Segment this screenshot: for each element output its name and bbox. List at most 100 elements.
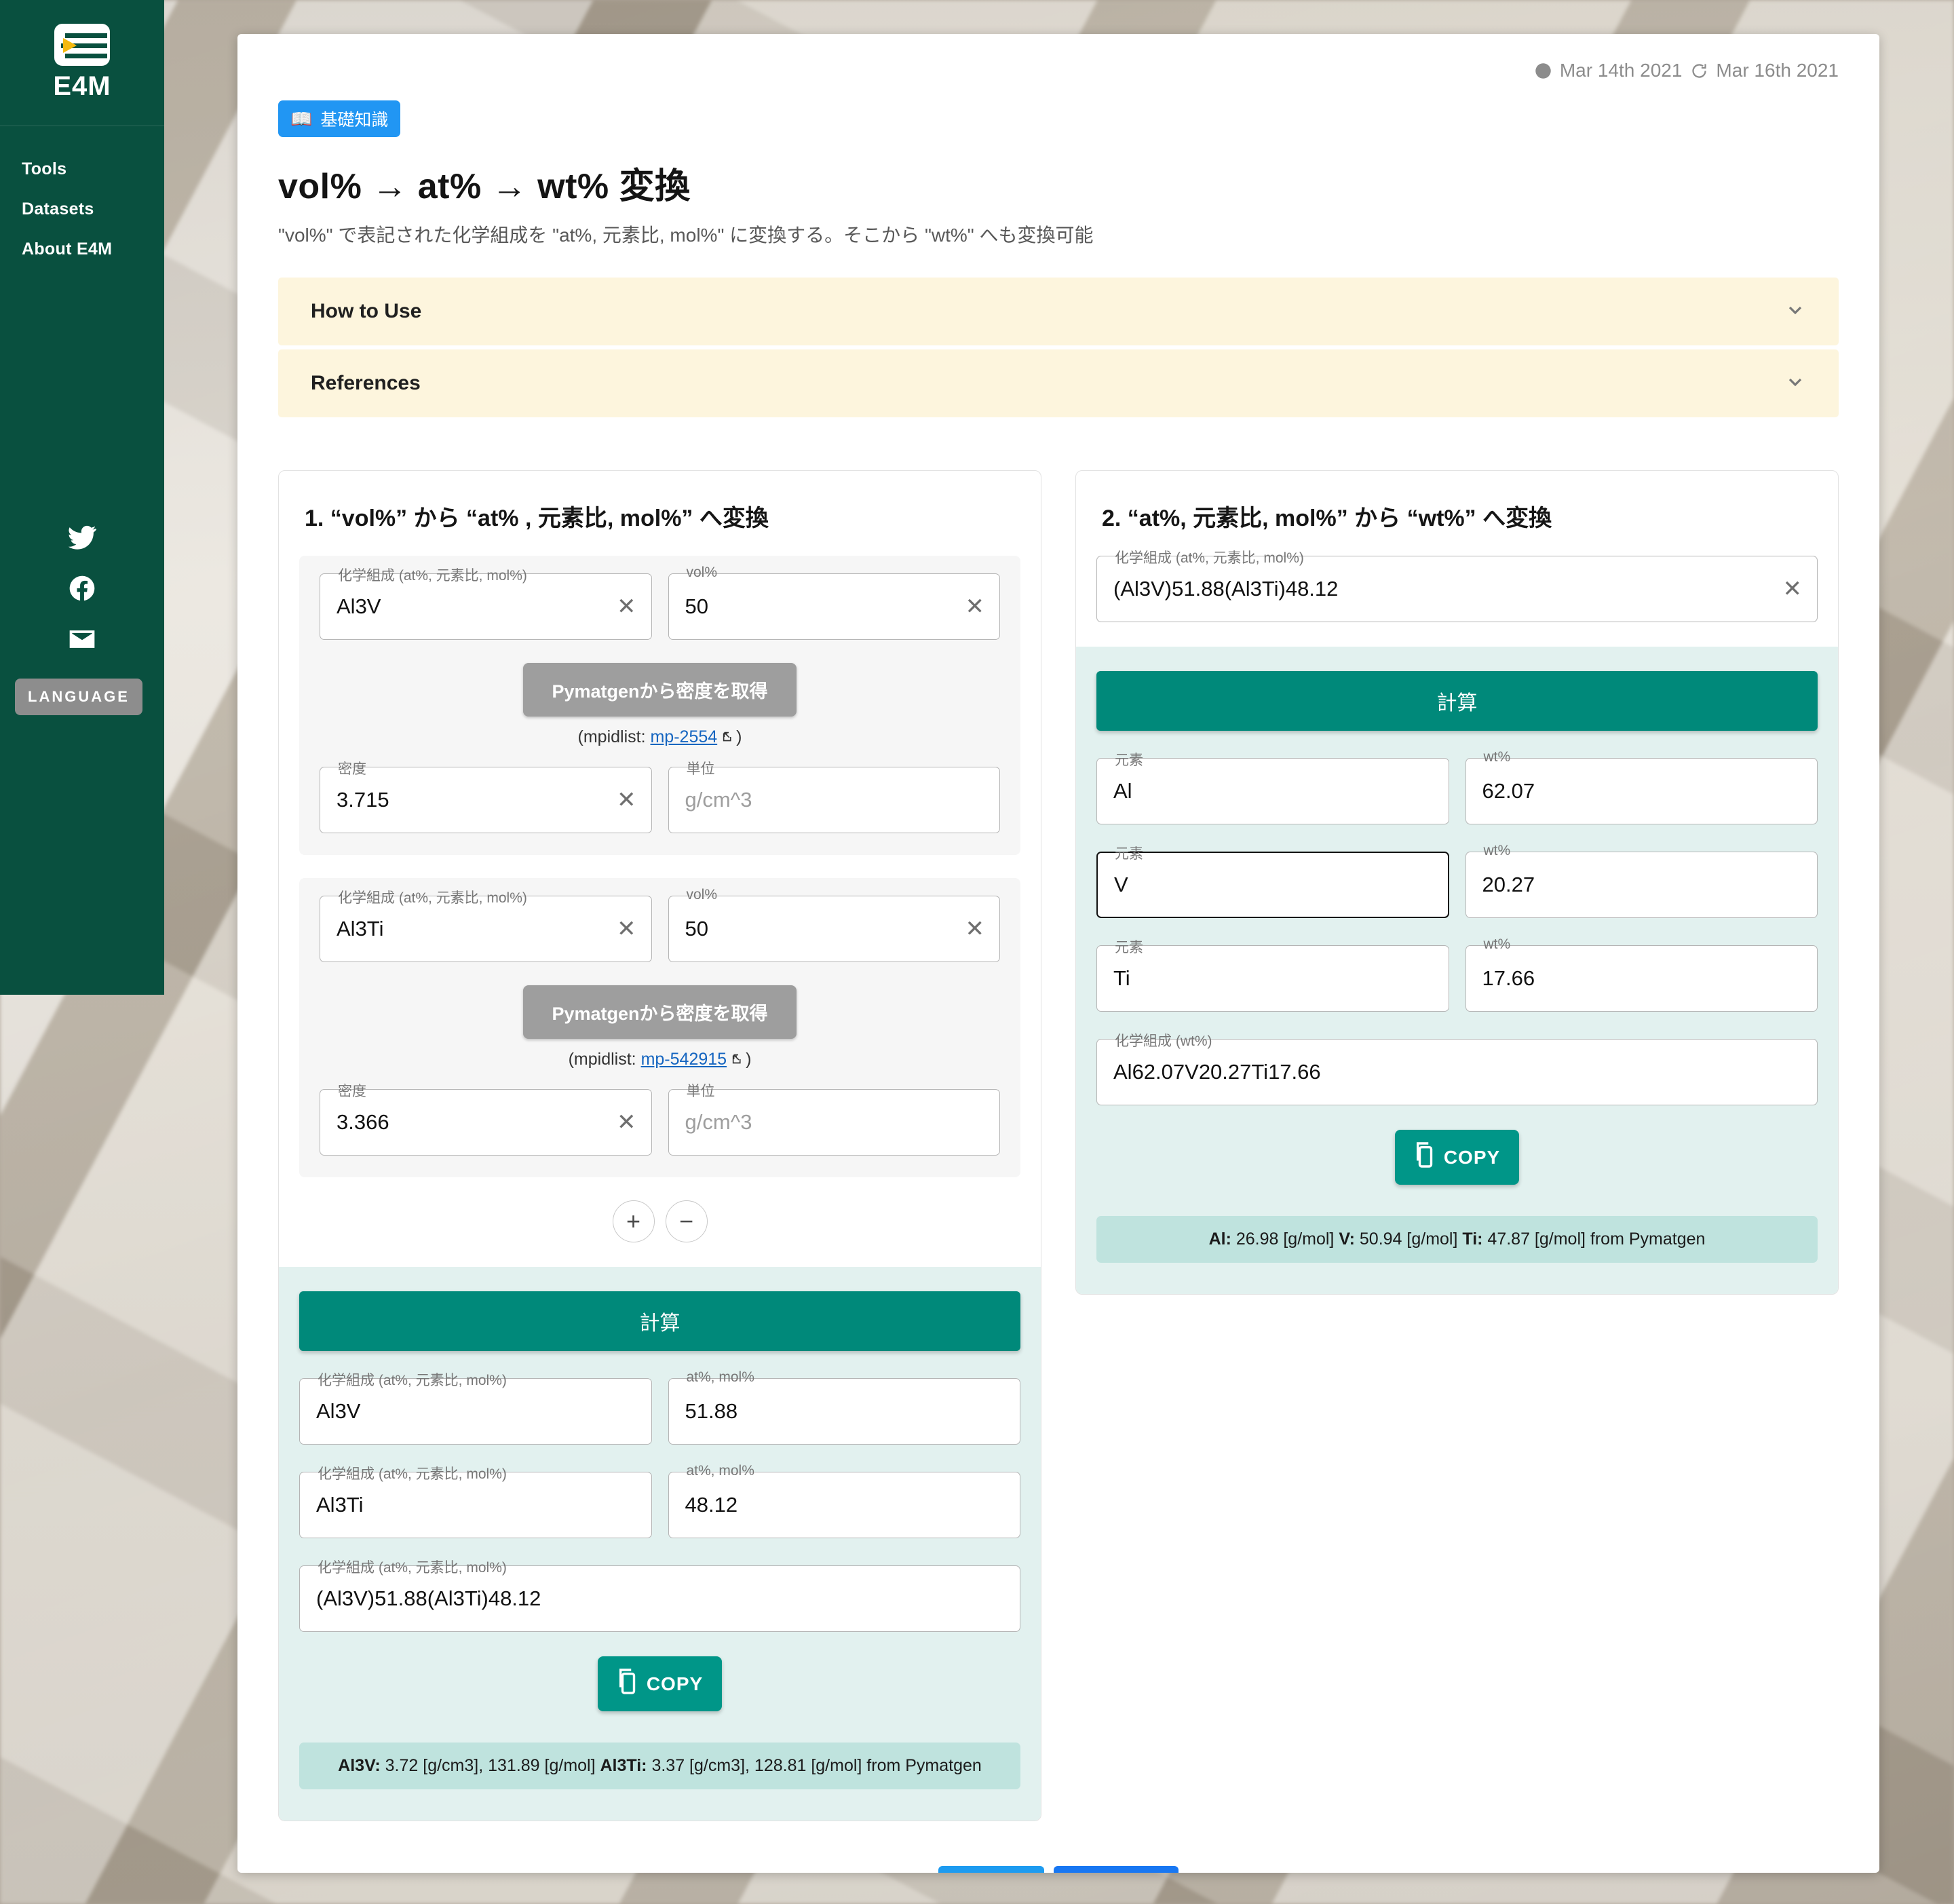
- clear-icon[interactable]: ✕: [1776, 577, 1803, 601]
- chip1-item2-value: 3.37 [g/cm3], 128.81 [g/mol] from Pymatg…: [647, 1756, 982, 1775]
- refresh-icon: [1692, 63, 1707, 78]
- clear-icon[interactable]: ✕: [610, 595, 636, 618]
- calculate-button-2[interactable]: 計算: [1096, 671, 1818, 731]
- sidebar-item-tools[interactable]: Tools: [22, 149, 164, 189]
- created-date-text: Mar 14th 2021: [1559, 60, 1683, 81]
- element-field-3-value: Ti: [1113, 966, 1130, 990]
- wtpct-field-3[interactable]: wt% 17.66: [1465, 936, 1818, 1012]
- accordion-references[interactable]: References: [278, 349, 1839, 417]
- element-row-2: 元素 V wt% 20.27: [1096, 843, 1818, 918]
- logo[interactable]: E4M: [0, 0, 164, 126]
- card1-heading: 1. “vol%” から “at% , 元素比, mol%” へ変換: [305, 506, 769, 531]
- density-field-2[interactable]: 密度 3.366 ✕: [320, 1084, 652, 1156]
- mpid-link-2[interactable]: mp-542915: [641, 1050, 727, 1069]
- result-total-field[interactable]: 化学組成 (at%, 元素比, mol%) (Al3V)51.88(Al3Ti)…: [299, 1560, 1020, 1632]
- wtpct-field-2-value: 20.27: [1482, 873, 1535, 896]
- social-links: [0, 522, 164, 658]
- add-group-button[interactable]: +: [612, 1200, 655, 1242]
- composition-field-2[interactable]: 化学組成 (at%, 元素比, mol%) Al3Ti ✕: [320, 890, 652, 962]
- card2-composition-input-label: 化学組成 (at%, 元素比, mol%): [1115, 550, 1304, 566]
- card1-results: 計算 化学組成 (at%, 元素比, mol%) Al3V at%, mol% …: [279, 1267, 1041, 1821]
- unit-field-2[interactable]: 単位 g/cm^3: [668, 1084, 1000, 1156]
- page-title: vol% → at% → wt% 変換: [278, 167, 691, 206]
- density-field-2-label: 密度: [338, 1084, 366, 1099]
- element-field-3-label: 元素: [1115, 940, 1143, 955]
- page-meta: Mar 14th 2021 Mar 16th 2021: [278, 34, 1839, 81]
- tweet-button[interactable]: Tweet: [938, 1866, 1045, 1873]
- result-atpct-field-1-label: at%, mol%: [686, 1369, 754, 1385]
- clear-icon[interactable]: ✕: [959, 595, 985, 618]
- card2-total-field[interactable]: 化学組成 (wt%) Al62.07V20.27Ti17.66: [1096, 1033, 1818, 1105]
- clear-icon[interactable]: ✕: [959, 917, 985, 940]
- element-row-1: 元素 Al wt% 62.07: [1096, 749, 1818, 824]
- mpid-prefix-1: (mpidlist:: [577, 727, 651, 746]
- wtpct-field-3-value: 17.66: [1482, 966, 1535, 990]
- element-field-1-label: 元素: [1115, 753, 1143, 768]
- result-atpct-field-2[interactable]: at%, mol% 48.12: [668, 1463, 1020, 1538]
- card1-pymatgen-chip: Al3V: 3.72 [g/cm3], 131.89 [g/mol] Al3Ti…: [299, 1743, 1020, 1789]
- copy-icon: [617, 1668, 640, 1700]
- composition-field-1[interactable]: 化学組成 (at%, 元素比, mol%) Al3V ✕: [320, 568, 652, 640]
- composition-field-2-value: Al3Ti: [337, 917, 384, 940]
- external-link-icon: [721, 729, 736, 749]
- vol-field-2-value: 50: [685, 917, 708, 940]
- sidebar-item-datasets[interactable]: Datasets: [22, 189, 164, 229]
- element-field-1[interactable]: 元素 Al: [1096, 753, 1449, 824]
- mail-icon[interactable]: [67, 624, 97, 658]
- result-composition-field-1[interactable]: 化学組成 (at%, 元素比, mol%) Al3V: [299, 1373, 652, 1445]
- mpid-suffix-2: ): [746, 1050, 752, 1069]
- mpid-link-1[interactable]: mp-2554: [650, 727, 717, 746]
- share-bar: Tweet シェア 0: [278, 1866, 1839, 1873]
- element-field-3[interactable]: 元素 Ti: [1096, 940, 1449, 1012]
- density-field-1[interactable]: 密度 3.715 ✕: [320, 761, 652, 833]
- result-composition-field-1-label: 化学組成 (at%, 元素比, mol%): [318, 1373, 507, 1388]
- result-atpct-field-1[interactable]: at%, mol% 51.88: [668, 1369, 1020, 1445]
- pymatgen-density-button-1[interactable]: Pymatgenから密度を取得: [523, 663, 797, 717]
- composition-field-1-label: 化学組成 (at%, 元素比, mol%): [338, 568, 527, 584]
- clear-icon[interactable]: ✕: [610, 1111, 636, 1134]
- element-field-1-value: Al: [1113, 779, 1132, 803]
- card2-composition-input[interactable]: 化学組成 (at%, 元素比, mol%) (Al3V)51.88(Al3Ti)…: [1096, 550, 1818, 622]
- accordion-how-to-use[interactable]: How to Use: [278, 278, 1839, 345]
- vol-field-1[interactable]: vol% 50 ✕: [668, 565, 1000, 640]
- density-field-2-value: 3.366: [337, 1110, 389, 1134]
- wtpct-field-1[interactable]: wt% 62.07: [1465, 749, 1818, 824]
- wtpct-field-2[interactable]: wt% 20.27: [1465, 843, 1818, 918]
- copy-button-1[interactable]: COPY: [597, 1656, 723, 1711]
- chip2-item3-value: 47.87 [g/mol] from Pymatgen: [1482, 1230, 1706, 1249]
- mpid-suffix-1: ): [736, 727, 742, 746]
- pymatgen-density-button-2[interactable]: Pymatgenから密度を取得: [523, 985, 797, 1039]
- accordion-how-to-use-label: How to Use: [311, 300, 422, 322]
- wtpct-field-1-label: wt%: [1483, 749, 1511, 765]
- sidebar-item-about-e4m[interactable]: About E4M: [22, 229, 164, 269]
- element-field-2-label: 元素: [1115, 846, 1143, 862]
- chip1-item1-value: 3.72 [g/cm3], 131.89 [g/mol]: [380, 1756, 600, 1775]
- group-stepper: + −: [279, 1200, 1041, 1242]
- calculate-button-1[interactable]: 計算: [299, 1291, 1020, 1351]
- result-composition-field-2-label: 化学組成 (at%, 元素比, mol%): [318, 1466, 507, 1482]
- clock-icon: [1535, 62, 1551, 79]
- unit-field-2-label: 単位: [686, 1084, 715, 1099]
- clear-icon[interactable]: ✕: [610, 788, 636, 812]
- copy-button-2[interactable]: COPY: [1394, 1130, 1520, 1185]
- clear-icon[interactable]: ✕: [610, 917, 636, 940]
- card2-total-field-label: 化学組成 (wt%): [1115, 1033, 1212, 1049]
- result-atpct-field-2-value: 48.12: [685, 1493, 738, 1517]
- language-button[interactable]: LANGUAGE: [15, 679, 142, 715]
- unit-field-2-placeholder: g/cm^3: [685, 1110, 752, 1134]
- element-field-2[interactable]: 元素 V: [1096, 846, 1449, 918]
- unit-field-1[interactable]: 単位 g/cm^3: [668, 761, 1000, 833]
- chevron-down-icon: [1784, 371, 1806, 396]
- vol-field-2[interactable]: vol% 50 ✕: [668, 887, 1000, 962]
- facebook-share-button[interactable]: シェア 0: [1054, 1866, 1179, 1873]
- e4m-logo-icon: [54, 24, 110, 66]
- result-total-field-label: 化学組成 (at%, 元素比, mol%): [318, 1560, 507, 1576]
- element-field-2-value: V: [1114, 873, 1128, 896]
- facebook-icon[interactable]: [67, 573, 97, 607]
- element-row-3: 元素 Ti wt% 17.66: [1096, 936, 1818, 1012]
- result-composition-field-2[interactable]: 化学組成 (at%, 元素比, mol%) Al3Ti: [299, 1466, 652, 1538]
- category-badge[interactable]: 📖 基礎知識: [278, 100, 401, 137]
- twitter-icon[interactable]: [67, 522, 97, 556]
- remove-group-button[interactable]: −: [665, 1200, 708, 1242]
- result-total-row: 化学組成 (at%, 元素比, mol%) (Al3V)51.88(Al3Ti)…: [299, 1560, 1020, 1632]
